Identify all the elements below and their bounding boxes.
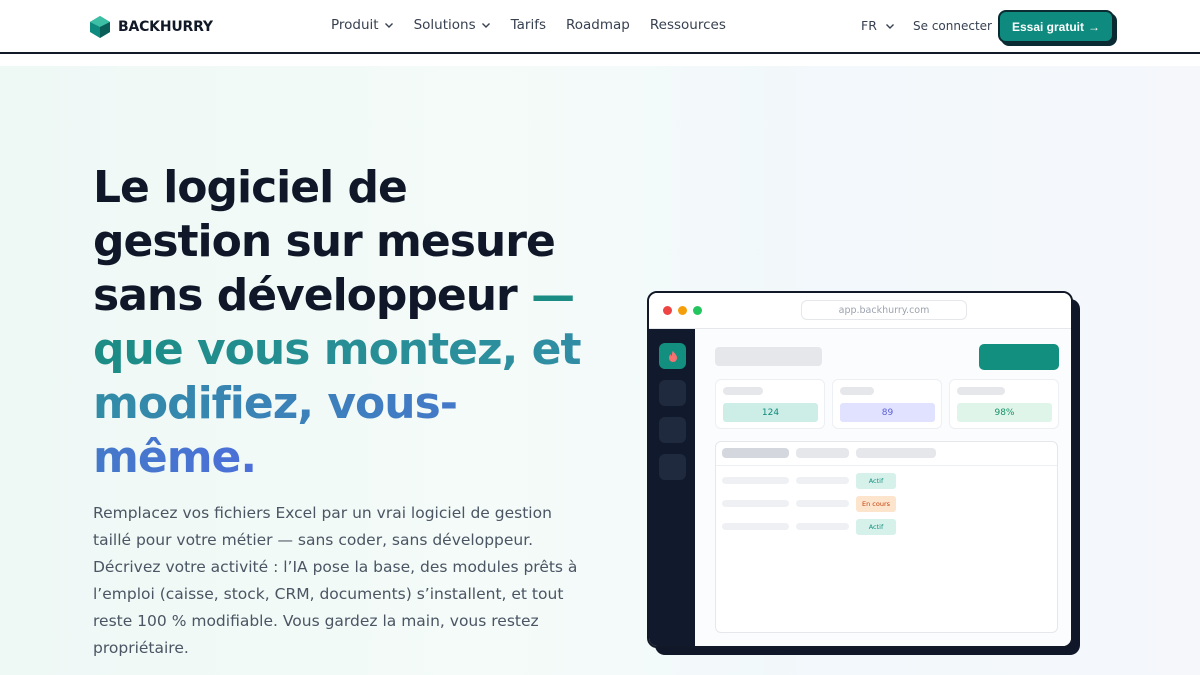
language-selector[interactable]: FR xyxy=(861,18,895,33)
title-placeholder xyxy=(715,347,822,366)
close-dot-icon xyxy=(663,306,672,315)
main-menu: Produit Solutions Tarifs Roadmap Ressour… xyxy=(331,17,726,33)
menu-item-solutions[interactable]: Solutions xyxy=(414,17,491,33)
table-cell-placeholder xyxy=(796,477,849,484)
chevron-down-icon xyxy=(384,23,393,28)
menu-item-label: Tarifs xyxy=(510,17,546,33)
url-bar: app.backhurry.com xyxy=(801,300,967,320)
table-header-placeholder xyxy=(796,448,849,458)
stat-label-placeholder xyxy=(723,387,763,395)
menu-item-tarifs[interactable]: Tarifs xyxy=(511,17,546,33)
stat-label-placeholder xyxy=(840,387,874,395)
table-cell-placeholder xyxy=(796,523,849,530)
stat-card: 89 xyxy=(832,379,942,429)
table-header-placeholder xyxy=(722,448,789,458)
app-mockup: app.backhurry.com 124 89 98% Actif En co… xyxy=(647,291,1073,648)
chevron-down-icon xyxy=(481,23,490,28)
stat-card: 124 xyxy=(715,379,825,429)
logo-icon xyxy=(90,16,110,38)
menu-item-label: Solutions xyxy=(413,17,476,33)
brand-name: BACKHURRY xyxy=(118,19,213,35)
maximize-dot-icon xyxy=(693,306,702,315)
mockup-table: Actif En cours Actif xyxy=(715,441,1058,633)
arrow-right-icon: → xyxy=(1088,19,1101,34)
hero-headline: Le logiciel de gestion sur mesure sans d… xyxy=(93,161,593,485)
login-link[interactable]: Se connecter xyxy=(913,19,992,33)
sidebar-placeholder xyxy=(659,417,686,443)
menu-item-label: Roadmap xyxy=(566,17,630,33)
sidebar-placeholder xyxy=(659,454,686,480)
free-trial-label: Essai gratuit xyxy=(1011,19,1085,34)
hero-description: Remplacez vos fichiers Excel par un vrai… xyxy=(93,504,578,657)
stat-value: 89 xyxy=(840,403,935,422)
status-badge: En cours xyxy=(856,496,896,512)
menu-item-label: Ressources xyxy=(649,17,726,33)
mockup-sidebar xyxy=(649,329,695,646)
chevron-down-icon xyxy=(885,23,894,29)
status-badge: Actif xyxy=(856,519,896,535)
table-cell-placeholder xyxy=(722,500,789,507)
status-badge: Actif xyxy=(856,473,896,489)
table-cell-placeholder xyxy=(722,477,789,484)
action-placeholder xyxy=(979,344,1059,370)
brand-logo[interactable]: BACKHURRY xyxy=(90,16,213,38)
language-label: FR xyxy=(861,18,877,33)
sidebar-placeholder xyxy=(659,380,686,406)
table-cell-placeholder xyxy=(722,523,789,530)
stat-card: 98% xyxy=(949,379,1059,429)
headline-plain: Le logiciel de gestion sur mesure sans d… xyxy=(93,162,556,321)
table-divider xyxy=(716,465,1057,466)
menu-item-label: Produit xyxy=(331,17,379,33)
menu-item-produit[interactable]: Produit xyxy=(331,17,394,33)
stat-label-placeholder xyxy=(957,387,1005,395)
sidebar-app-icon xyxy=(659,343,686,369)
stat-value: 124 xyxy=(723,403,818,422)
menu-item-ressources[interactable]: Ressources xyxy=(650,17,726,33)
table-header-placeholder xyxy=(856,448,936,458)
stat-value: 98% xyxy=(957,403,1052,422)
flame-icon xyxy=(668,351,677,362)
table-cell-placeholder xyxy=(796,500,849,507)
free-trial-button[interactable]: Essai gratuit → xyxy=(998,10,1114,43)
minimize-dot-icon xyxy=(678,306,687,315)
browser-bar: app.backhurry.com xyxy=(649,293,1071,329)
menu-item-roadmap[interactable]: Roadmap xyxy=(566,17,630,33)
mockup-main: 124 89 98% Actif En cours Actif xyxy=(695,329,1071,646)
top-nav: BACKHURRY Produit Solutions Tarifs Roadm… xyxy=(0,0,1200,54)
